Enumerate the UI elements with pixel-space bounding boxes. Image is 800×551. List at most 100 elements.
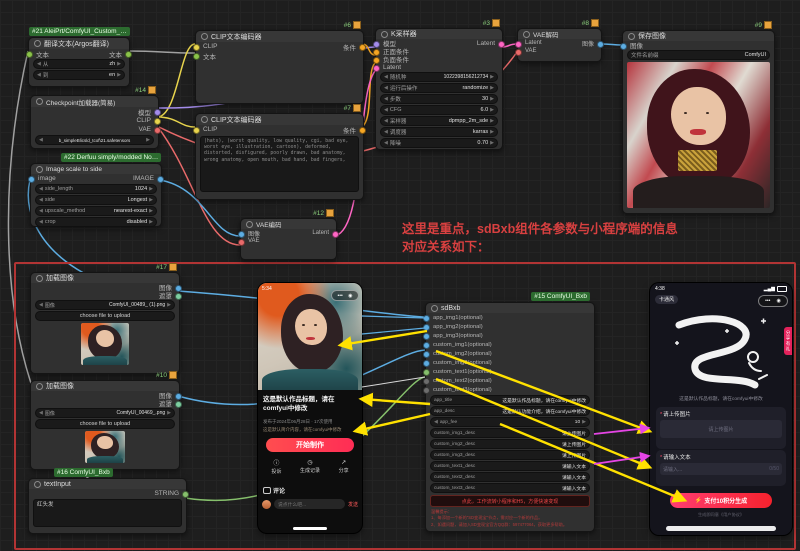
more-icon[interactable]: •••: [765, 298, 770, 304]
combo-image-file[interactable]: ◀图像ComfyUI_00469_.png▶: [35, 408, 175, 418]
widget-app-desc[interactable]: app_desc这是默认功能介绍，请在comfyui中修改: [430, 406, 590, 416]
combo-left-arrow-icon[interactable]: ◀: [384, 96, 388, 102]
node-title-bar[interactable]: Image scale to side: [31, 164, 161, 174]
collapse-dot-icon[interactable]: [36, 383, 43, 390]
combo-right-arrow-icon[interactable]: ▶: [167, 410, 171, 416]
combo-to[interactable]: ◀到en▶: [33, 70, 125, 80]
combo-from[interactable]: ◀从zh▶: [33, 59, 125, 69]
pay-generate-button[interactable]: ⚡支付10积分生成: [670, 493, 772, 508]
send-button[interactable]: 发送: [348, 501, 358, 508]
widget-sampler[interactable]: ◀采样器dpmpp_2m_sde▶: [380, 116, 498, 126]
collapse-dot-icon[interactable]: [201, 116, 208, 123]
mask-output-slot[interactable]: [175, 401, 182, 408]
combo-side[interactable]: ◀sideLongest▶: [35, 195, 157, 205]
custom-img3-input-slot[interactable]: [423, 360, 430, 367]
text-input-textarea[interactable]: 红头发: [33, 499, 182, 527]
combo-left-arrow-icon[interactable]: ◀: [384, 74, 388, 80]
text-input-box[interactable]: 请输入...0/50: [660, 463, 782, 475]
convert-workflow-button[interactable]: 点此，工作流转小程序和H5，方便快速变现: [430, 495, 590, 507]
node-title-bar[interactable]: sdBxb: [426, 303, 594, 313]
node-title-bar[interactable]: 保存图像: [623, 31, 774, 41]
choose-file-button[interactable]: choose file to upload: [35, 419, 175, 429]
share-action[interactable]: ↗分享: [339, 459, 349, 474]
custom-img2-input-slot[interactable]: [423, 351, 430, 358]
combo-left-arrow-icon[interactable]: ◀: [434, 419, 438, 425]
node-load-image-2[interactable]: #10 加载图像 图像 遮罩 ◀图像ComfyUI_00469_.png▶ ch…: [30, 380, 180, 470]
conditioning-output-slot[interactable]: [359, 127, 366, 134]
combo-right-arrow-icon[interactable]: ▶: [490, 118, 494, 124]
widget-custom-text3-desc[interactable]: custom_text3_desc请输入文本: [430, 483, 590, 493]
collapse-dot-icon[interactable]: [381, 31, 388, 38]
upload-image-box[interactable]: 请上传图片: [660, 420, 782, 438]
miniprogram-capsule[interactable]: •••◉: [758, 295, 788, 307]
vae-input-slot[interactable]: [515, 49, 522, 56]
combo-left-arrow-icon[interactable]: ◀: [384, 107, 388, 113]
widget-app-title[interactable]: app_title这是默认作品标题，请在comfyui中修改: [430, 395, 590, 405]
node-vae-encode[interactable]: #12 VAE编码 图像 Latent VAE: [240, 218, 337, 260]
node-title-bar[interactable]: 加载图像: [31, 273, 179, 283]
miniprogram-capsule[interactable]: •••◉: [331, 290, 359, 301]
combo-upscale-method[interactable]: ◀upscale_methodnearest-exact▶: [35, 206, 157, 216]
app-img2-input-slot[interactable]: [423, 324, 430, 331]
combo-right-arrow-icon[interactable]: ▶: [117, 61, 121, 67]
image-output-slot[interactable]: [157, 176, 164, 183]
node-clip-encode-negative[interactable]: #7 CLIP文本编码器 CLIP 条件 (hats), (worst qual…: [195, 113, 364, 200]
vae-output-slot[interactable]: [154, 127, 161, 134]
combo-right-arrow-icon[interactable]: ▶: [490, 85, 494, 91]
comment-input[interactable]: 说点什么吧...: [274, 499, 345, 509]
custom-text3-input-slot[interactable]: [423, 387, 430, 394]
node-title-bar[interactable]: 加载图像: [31, 381, 179, 391]
node-title-bar[interactable]: VAE解码: [518, 29, 601, 39]
text-input-slot[interactable]: [26, 51, 33, 58]
widget-custom-img1-desc[interactable]: custom_img1_desc请上传图片: [430, 428, 590, 438]
combo-right-arrow-icon[interactable]: ▶: [146, 137, 150, 143]
node-title-bar[interactable]: Checkpoint加载器(简易): [31, 96, 158, 107]
combo-left-arrow-icon[interactable]: ◀: [39, 410, 43, 416]
node-save-image[interactable]: #9 保存图像 图像 文件名前缀ComfyUI: [622, 30, 775, 214]
node-title-bar[interactable]: 翻译文本(Argos翻译): [29, 38, 129, 49]
node-text-input[interactable]: #16 ComfyUI_Bxb textInput STRING 红头发: [28, 478, 187, 534]
node-sdbxb[interactable]: #15 ComfyUI_Bxb sdBxb app_img1(optional)…: [425, 302, 595, 532]
widget-filename-prefix[interactable]: 文件名前缀ComfyUI: [627, 50, 770, 60]
style-back-pill[interactable]: 卡通风: [655, 295, 678, 304]
combo-crop[interactable]: ◀cropdisabled▶: [35, 217, 157, 227]
wire-clip-2[interactable]: [157, 117, 195, 127]
combo-right-arrow-icon[interactable]: ▶: [582, 419, 586, 425]
combo-left-arrow-icon[interactable]: ◀: [39, 208, 43, 214]
combo-right-arrow-icon[interactable]: ▶: [490, 107, 494, 113]
combo-right-arrow-icon[interactable]: ▶: [149, 197, 153, 203]
widget-steps[interactable]: ◀步数30▶: [380, 94, 498, 104]
combo-right-arrow-icon[interactable]: ▶: [149, 208, 153, 214]
text-input-slot[interactable]: [193, 53, 200, 60]
node-title-bar[interactable]: CLIP文本编码器: [196, 31, 363, 42]
conditioning-output-slot[interactable]: [359, 44, 366, 51]
collapse-dot-icon[interactable]: [628, 33, 635, 40]
collapse-dot-icon[interactable]: [201, 33, 208, 40]
collapse-dot-icon[interactable]: [523, 31, 530, 38]
combo-left-arrow-icon[interactable]: ◀: [39, 137, 43, 143]
clip-input-slot[interactable]: [193, 44, 200, 51]
combo-right-arrow-icon[interactable]: ▶: [490, 140, 494, 146]
widget-cfg[interactable]: ◀CFG6.0▶: [380, 105, 498, 115]
app-img1-input-slot[interactable]: [423, 315, 430, 322]
collapse-dot-icon[interactable]: [36, 166, 43, 173]
node-load-image-1[interactable]: #17 加载图像 图像 遮罩 ◀图像ComfyUI_00489_ (1).png…: [30, 272, 180, 374]
node-title-bar[interactable]: VAE编码: [241, 219, 336, 229]
combo-image-file[interactable]: ◀图像ComfyUI_00489_ (1).png▶: [35, 300, 175, 310]
node-ksampler[interactable]: #3 K采样器 模型 Latent 正面条件 负面条件 Latent ◀随机种1…: [375, 28, 503, 150]
widget-custom-img3-desc[interactable]: custom_img3_desc请上传图片: [430, 450, 590, 460]
widget-seed[interactable]: ◀随机种1022398156212734▶: [380, 72, 498, 82]
combo-right-arrow-icon[interactable]: ▶: [490, 96, 494, 102]
clip-input-slot[interactable]: [193, 127, 200, 134]
combo-left-arrow-icon[interactable]: ◀: [384, 118, 388, 124]
custom-text2-input-slot[interactable]: [423, 378, 430, 385]
image-input-slot[interactable]: [620, 43, 627, 50]
node-checkpoint-loader[interactable]: #14 Checkpoint加载器(简易) 模型 CLIP VAE ◀b_sim…: [30, 95, 159, 149]
wire-clip-1[interactable]: [157, 44, 195, 117]
combo-right-arrow-icon[interactable]: ▶: [490, 74, 494, 80]
node-translate-text[interactable]: #21 AleiPrt/ComfyUI_Custom_… 翻译文本(Argos翻…: [28, 37, 130, 87]
app-img3-input-slot[interactable]: [423, 333, 430, 340]
node-vae-decode[interactable]: #8 VAE解码 Latent 图像 VAE: [517, 28, 602, 62]
widget-custom-img2-desc[interactable]: custom_img2_desc请上传图片: [430, 439, 590, 449]
node-clip-encode-positive[interactable]: #6 CLIP文本编码器 CLIP 条件 文本: [195, 30, 364, 104]
